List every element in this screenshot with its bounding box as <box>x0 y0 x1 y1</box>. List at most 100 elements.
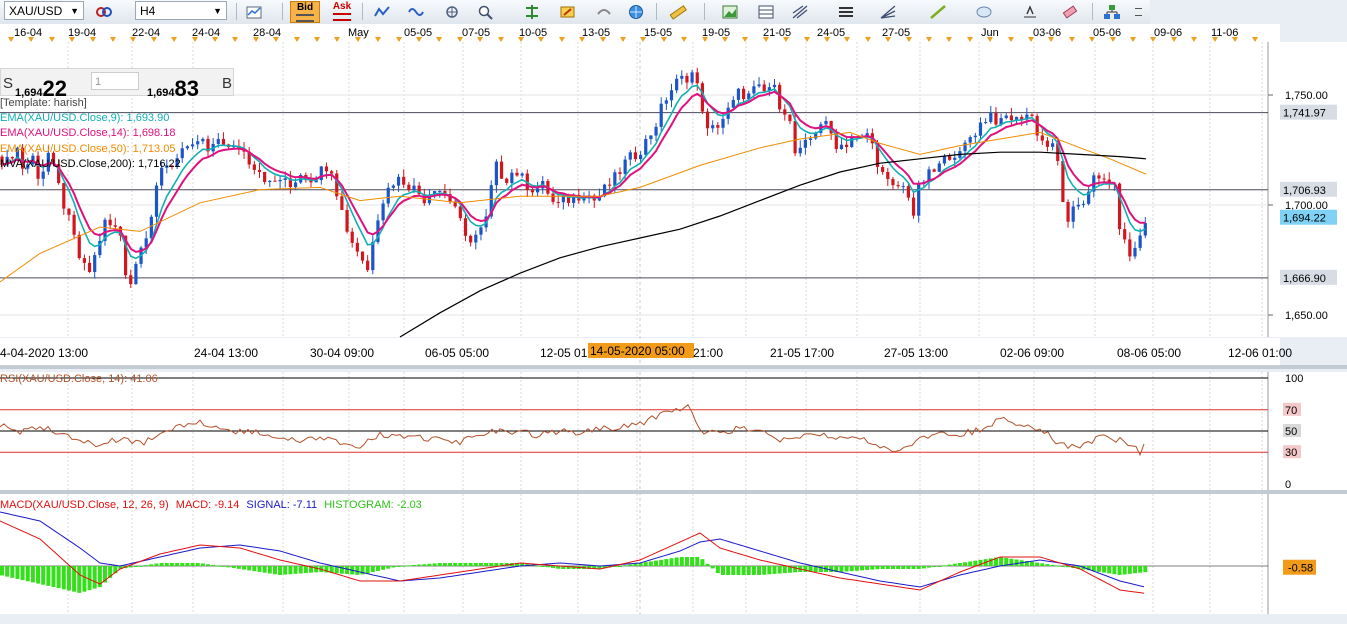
histogram-bar <box>633 563 638 566</box>
lot-size-input[interactable]: 1 <box>91 72 139 90</box>
lines-button[interactable] <box>834 1 858 22</box>
chevron-down-icon: ▼ <box>213 6 222 16</box>
top-date-axis: 16-04 19-04 22-04 24-04 28-04 May 05-05 07-05 10… <box>0 24 1280 43</box>
histogram-bar <box>731 566 736 575</box>
ellipse-button[interactable] <box>972 1 996 22</box>
cursor-button[interactable] <box>520 1 544 22</box>
histogram-bar <box>679 557 684 566</box>
bottom-date-label: 08-06 05:00 <box>1117 346 1181 360</box>
toolbar-divider <box>656 3 657 20</box>
timeframe-select[interactable]: H4 ▼ <box>135 1 227 20</box>
candle-body <box>190 144 195 147</box>
ask-button[interactable]: Ask <box>328 1 356 23</box>
histogram-bar <box>890 566 895 569</box>
globe-icon <box>629 5 643 19</box>
histogram-bar <box>391 566 396 568</box>
signal-button[interactable] <box>440 1 464 22</box>
candle-body <box>824 120 828 125</box>
chart-type-button[interactable] <box>242 1 266 22</box>
candle-body <box>659 103 663 127</box>
candle-body <box>932 169 936 172</box>
sound-button[interactable] <box>592 1 616 22</box>
candle-body <box>360 251 365 261</box>
level-price-label: 1,741.97 <box>1283 108 1326 120</box>
symbol-select[interactable]: XAU/USD ▼ <box>4 1 84 20</box>
candle-body <box>41 171 45 179</box>
candle-body <box>845 144 849 147</box>
histogram-bar <box>957 563 962 566</box>
histogram-bar <box>144 565 149 567</box>
top-date-label: 15-05 <box>644 27 673 39</box>
histogram-bar <box>267 566 272 574</box>
histogram-bar <box>25 566 30 582</box>
histogram-bar <box>705 563 710 566</box>
top-date-label: 24-05 <box>817 27 846 39</box>
sell-button[interactable]: S <box>3 75 13 92</box>
histogram-bar <box>921 566 926 569</box>
rsi-tick-label: 30 <box>1285 447 1297 459</box>
legend-ma200[interactable]: MVA(XAU/USD.Close,200): 1,716.22 <box>0 157 181 172</box>
link-chart-button[interactable] <box>92 1 116 22</box>
fibonacci-button[interactable] <box>788 1 812 22</box>
legend-ema50[interactable]: EMA(XAU/USD.Close,50): 1,713.05 <box>0 142 181 157</box>
histogram-bar <box>551 566 556 568</box>
macd-legend[interactable]: MACD(XAU/USD.Close, 12, 26, 9) MACD: -9.… <box>0 499 422 511</box>
legend-ema9[interactable]: EMA(XAU/USD.Close,9): 1,693.90 <box>0 111 181 126</box>
zoom-button[interactable] <box>474 1 498 22</box>
toolbar-divider <box>1092 3 1093 20</box>
ruler-button[interactable] <box>666 1 690 22</box>
candle-body <box>989 112 993 123</box>
histogram-bar <box>1102 566 1107 573</box>
candle-chart-icon <box>246 6 262 19</box>
candle-body <box>798 147 802 154</box>
globe-button[interactable] <box>624 1 648 22</box>
trendline-button[interactable] <box>926 1 950 22</box>
histogram-bar <box>437 563 442 566</box>
rsi-label[interactable]: RSI(XAU/USD.Close, 14): 41.06 <box>0 373 158 385</box>
histogram-bar <box>535 565 540 567</box>
template-button[interactable] <box>754 1 778 22</box>
candle-body <box>283 178 287 180</box>
histogram-bar <box>180 563 185 566</box>
candle-body <box>757 84 761 87</box>
histogram-bar <box>442 563 447 566</box>
image-button[interactable] <box>718 1 742 22</box>
histogram-bar <box>829 566 834 572</box>
fan-button[interactable] <box>876 1 900 22</box>
alert-button[interactable] <box>556 1 580 22</box>
candle-body <box>520 173 524 176</box>
indicator-button[interactable] <box>370 1 394 22</box>
toolbar-menu-button[interactable] <box>1130 1 1146 22</box>
candle-body <box>839 144 844 150</box>
candle-body <box>633 152 638 160</box>
candle-body <box>1066 201 1070 222</box>
histogram-bar <box>674 557 679 566</box>
histogram-bar <box>231 566 236 569</box>
candle-body <box>263 171 267 183</box>
candle-body <box>330 171 334 174</box>
candle-body <box>1030 114 1034 116</box>
candle-body <box>273 180 277 182</box>
horizontal-lines-icon <box>839 7 853 17</box>
toolbar-divider <box>236 3 237 20</box>
histogram-bar <box>41 566 46 585</box>
candle-body <box>948 156 952 160</box>
bid-button[interactable]: Bid <box>290 1 320 23</box>
histogram-bar <box>82 566 87 592</box>
eraser-button[interactable] <box>1058 1 1082 22</box>
histogram-bar <box>1138 566 1143 573</box>
histogram-bar <box>746 566 751 575</box>
candle-body <box>685 75 689 83</box>
bottom-date-label: 4-04-2020 13:00 <box>0 346 88 360</box>
candle-body <box>505 178 509 183</box>
candle-body <box>180 148 184 159</box>
trendline-icon <box>930 5 946 19</box>
oscillator-button[interactable] <box>404 1 428 22</box>
histogram-bar <box>345 566 350 575</box>
layout-button[interactable] <box>1100 1 1124 22</box>
histogram-bar <box>684 557 689 566</box>
histogram-bar <box>406 565 411 567</box>
buy-button[interactable]: B <box>222 75 232 92</box>
legend-ema14[interactable]: EMA(XAU/USD.Close,14): 1,698.18 <box>0 126 181 141</box>
text-tool-button[interactable] <box>1018 1 1042 22</box>
